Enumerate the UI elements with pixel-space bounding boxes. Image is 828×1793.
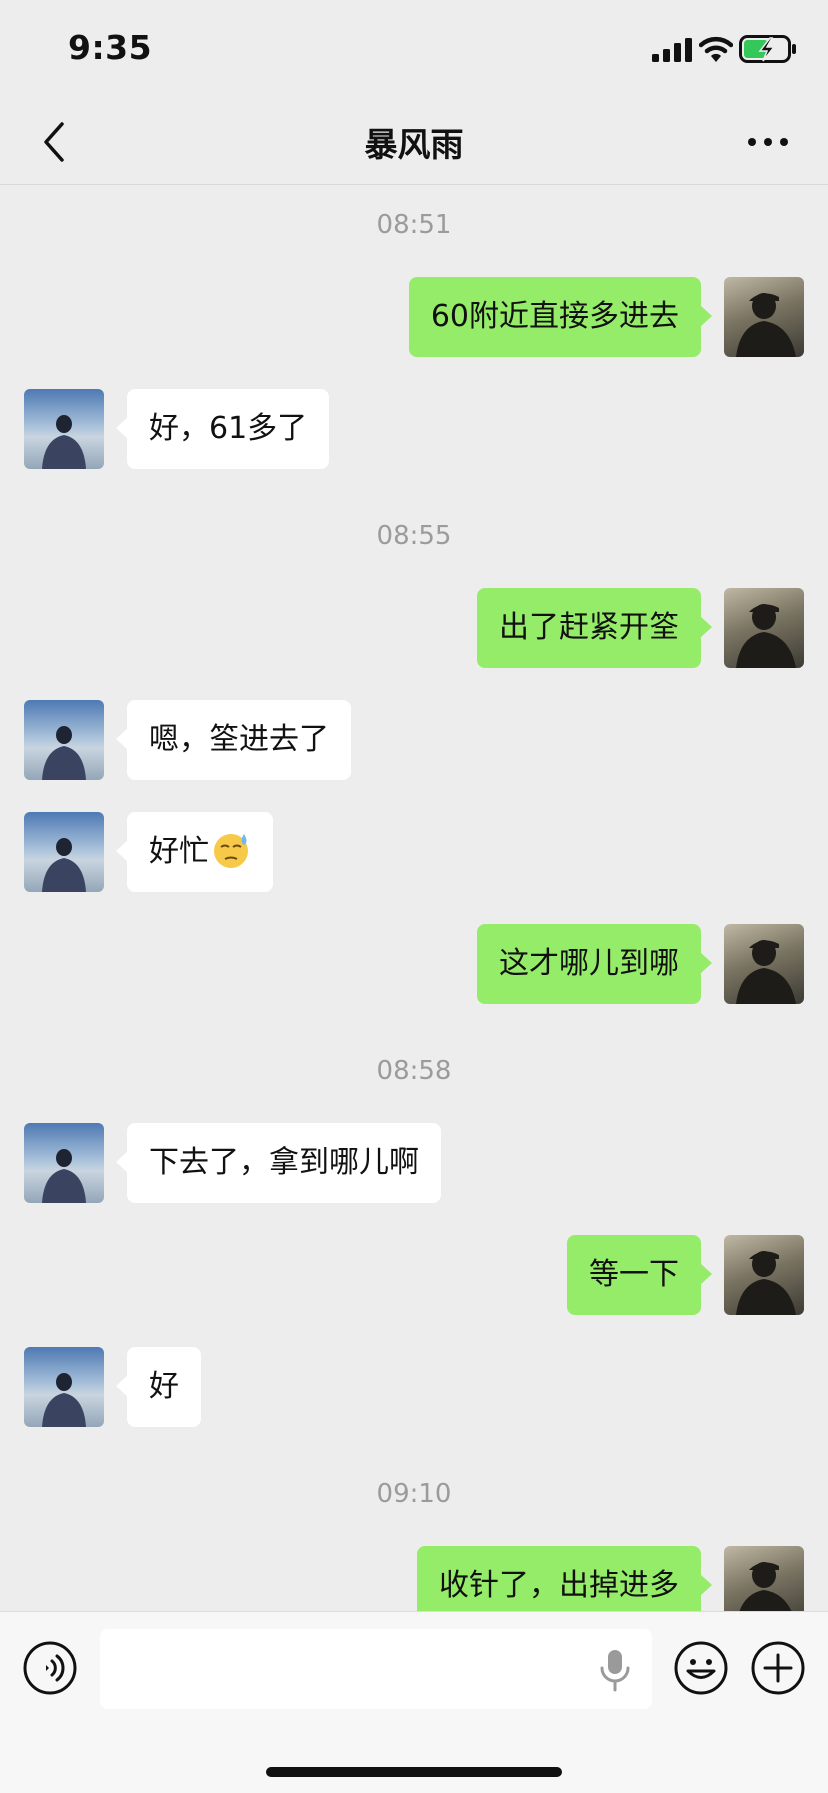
sent-message-row: 这才哪儿到哪 (0, 924, 828, 1004)
message-timestamp: 09:10 (376, 1479, 452, 1509)
sweat-face-icon (214, 833, 248, 868)
person-back-icon (42, 726, 86, 780)
plus-icon[interactable] (750, 1640, 806, 1696)
person-silhouette-icon (736, 1251, 796, 1315)
received-message-bubble[interactable]: 下去了，拿到哪儿啊 (116, 1123, 441, 1203)
friend-avatar[interactable] (24, 1347, 104, 1427)
message-input[interactable] (100, 1629, 652, 1709)
emoji-icon[interactable] (673, 1640, 729, 1696)
received-message-bubble[interactable]: 好，61多了 (115, 389, 330, 469)
person-silhouette-icon (736, 293, 796, 357)
person-back-icon (42, 838, 86, 892)
message-timestamp: 08:51 (376, 210, 452, 240)
received-message-bubble[interactable]: 好 (116, 1347, 201, 1427)
status-time: 9:35 (68, 28, 153, 67)
my-avatar[interactable] (724, 924, 804, 1004)
friend-avatar[interactable] (24, 389, 104, 469)
status-bar: 9:35 (0, 0, 828, 100)
more-dots-icon[interactable] (744, 122, 792, 162)
message-timestamp: 08:58 (376, 1056, 452, 1086)
message-timestamp: 08:55 (376, 521, 452, 551)
received-message-row: 好忙 (0, 812, 828, 892)
person-back-icon (42, 1373, 86, 1427)
received-message-bubble[interactable]: 嗯，筌进去了 (116, 700, 351, 780)
nav-bar: 暴风雨 (0, 100, 828, 185)
signal-icon (652, 38, 692, 62)
message-text: 好忙 (149, 834, 209, 869)
person-back-icon (42, 1149, 86, 1203)
sent-message-bubble[interactable]: 60附近直接多进去 (408, 277, 713, 357)
input-bar (0, 1611, 828, 1793)
received-message-bubble[interactable]: 好忙 (116, 812, 273, 892)
sent-message-bubble[interactable]: 这才哪儿到哪 (477, 924, 712, 1004)
sent-message-row: 等一下 (0, 1235, 828, 1315)
friend-avatar[interactable] (24, 1123, 104, 1203)
my-avatar[interactable] (724, 1235, 804, 1315)
my-avatar[interactable] (724, 588, 804, 668)
sent-message-row: 收针了，出掉进多 (0, 1546, 828, 1611)
sent-message-row: 出了赶紧开筌 (0, 588, 828, 668)
voice-icon[interactable] (22, 1640, 78, 1696)
chat-title: 暴风雨 (364, 125, 464, 164)
home-indicator[interactable] (266, 1767, 562, 1777)
friend-avatar[interactable] (24, 812, 104, 892)
sent-message-bubble[interactable]: 出了赶紧开筌 (477, 588, 712, 668)
mic-icon[interactable] (598, 1648, 632, 1692)
my-avatar[interactable] (724, 277, 804, 357)
person-silhouette-icon (736, 604, 796, 668)
battery-charging-icon (739, 35, 796, 63)
received-message-row: 下去了，拿到哪儿啊 (0, 1123, 828, 1203)
sent-message-bubble[interactable]: 等一下 (567, 1235, 712, 1315)
person-silhouette-icon (739, 1562, 792, 1611)
friend-avatar[interactable] (24, 700, 104, 780)
sent-message-row: 60附近直接多进去 (0, 277, 828, 357)
my-avatar[interactable] (724, 1546, 804, 1611)
sent-message-bubble[interactable]: 收针了，出掉进多 (417, 1546, 712, 1611)
wifi-icon (699, 36, 733, 62)
person-back-icon (42, 415, 86, 469)
received-message-row: 嗯，筌进去了 (0, 700, 828, 780)
received-message-row: 好，61多了 (0, 389, 828, 469)
person-silhouette-icon (736, 940, 796, 1004)
received-message-row: 好 (0, 1347, 828, 1427)
chat-messages[interactable]: 08:51 60附近直接多进去 好，61多了 08:55 出了赶紧开筌 嗯，筌进… (0, 185, 828, 1611)
